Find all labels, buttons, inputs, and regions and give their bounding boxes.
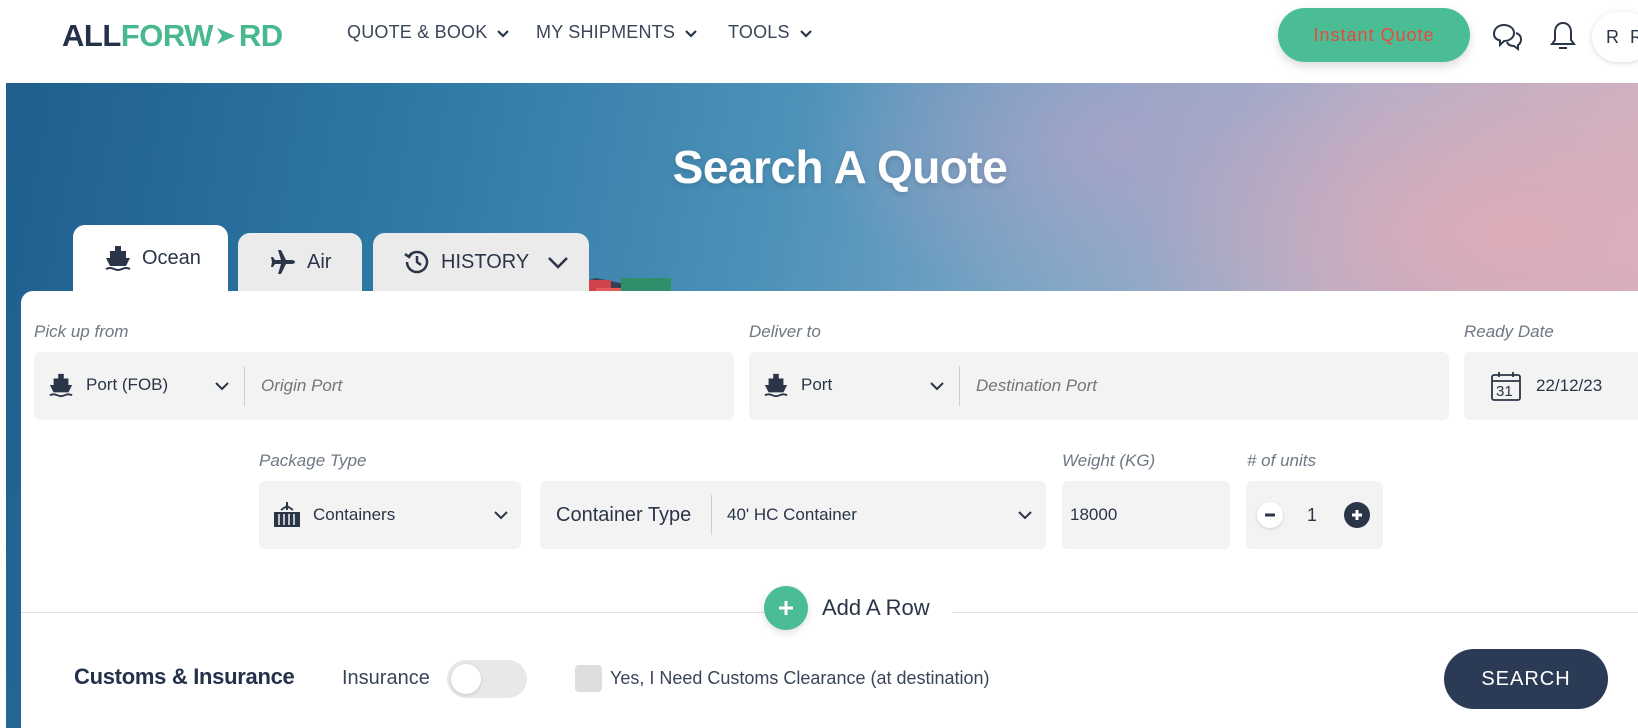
nav-my-shipments-label: MY SHIPMENTS — [536, 22, 676, 42]
nav-quote-book-label: QUOTE & BOOK — [347, 22, 488, 42]
package-type-select[interactable]: Containers — [259, 481, 521, 549]
toggle-knob — [451, 664, 481, 694]
bell-icon[interactable] — [1545, 18, 1581, 54]
customs-checkbox-label[interactable]: Yes, I Need Customs Clearance (at destin… — [610, 668, 990, 689]
instant-quote-button[interactable]: Instant Quote — [1278, 8, 1470, 62]
field-divider — [959, 366, 960, 406]
tab-air[interactable]: Air — [238, 233, 362, 291]
tab-history-label: HISTORY — [441, 250, 530, 273]
units-label: # of units — [1247, 451, 1316, 470]
chevron-down-icon[interactable] — [928, 377, 946, 395]
search-button[interactable]: SEARCH — [1444, 649, 1608, 709]
plane-icon — [271, 250, 295, 274]
nav-my-shipments[interactable]: MY SHIPMENTS — [536, 22, 699, 43]
chevron-down-icon — [799, 29, 812, 38]
ship-icon — [49, 373, 73, 398]
field-divider — [711, 495, 712, 535]
increment-button[interactable] — [1344, 502, 1370, 528]
logo-text-forw: FORW — [120, 18, 214, 53]
ready-date-field[interactable]: 31 22/12/23 — [1464, 352, 1638, 420]
history-icon — [404, 250, 429, 274]
logo-text-all: ALL — [62, 18, 121, 53]
package-type-value: Containers — [313, 505, 396, 524]
chevron-down-icon[interactable] — [213, 377, 231, 395]
ready-date-value: 22/12/23 — [1536, 376, 1603, 395]
tab-ocean-label: Ocean — [142, 246, 201, 269]
pickup-label: Pick up from — [34, 322, 129, 341]
allforward-logo[interactable]: ALL FORW RD — [62, 18, 283, 54]
weight-label: Weight (KG) — [1062, 451, 1156, 470]
ship-icon — [764, 373, 788, 398]
container-crane-icon — [274, 502, 300, 527]
chat-icon[interactable] — [1489, 18, 1525, 54]
logo-text-rd: RD — [238, 18, 283, 53]
weight-field — [1062, 481, 1230, 549]
destination-port-input[interactable] — [976, 374, 1416, 398]
pickup-type-select[interactable]: Port (FOB) — [48, 372, 168, 398]
units-value: 1 — [1307, 505, 1318, 525]
pickup-field: Port (FOB) — [34, 352, 734, 420]
logo-arrow-icon — [216, 28, 235, 44]
ship-icon — [105, 246, 131, 271]
nav-tools[interactable]: TOOLS — [728, 22, 814, 43]
origin-port-input[interactable] — [261, 374, 701, 398]
container-type-label: Container Type — [556, 504, 692, 526]
container-type-value: 40' HC Container — [727, 505, 857, 524]
user-avatar[interactable]: R R — [1592, 12, 1638, 62]
add-row-label: Add A Row — [822, 595, 930, 620]
chevron-down-icon — [497, 29, 510, 38]
container-type-select[interactable]: Container Type 40' HC Container — [540, 481, 1046, 549]
nav-tools-label: TOOLS — [728, 22, 790, 42]
customs-checkbox[interactable] — [575, 665, 602, 692]
add-row-button[interactable]: Add A Row — [764, 586, 952, 630]
calendar-day: 31 — [1496, 383, 1513, 400]
deliver-type-value: Port — [801, 375, 833, 394]
tab-history[interactable]: HISTORY — [373, 233, 589, 291]
chevron-down-icon — [1018, 511, 1032, 520]
insurance-label: Insurance — [342, 667, 430, 689]
weight-input[interactable] — [1070, 502, 1220, 528]
customs-insurance-title: Customs & Insurance — [74, 664, 295, 689]
deliver-label: Deliver to — [749, 322, 821, 341]
tab-ocean[interactable]: Ocean — [73, 225, 228, 291]
plus-circle-icon — [764, 586, 808, 630]
insurance-toggle[interactable] — [447, 660, 527, 698]
chevron-down-icon — [685, 29, 697, 38]
units-stepper: 1 — [1246, 481, 1383, 549]
package-type-label: Package Type — [259, 451, 367, 470]
tab-air-label: Air — [307, 250, 332, 273]
deliver-type-select[interactable]: Port — [763, 372, 832, 398]
top-nav: ALL FORW RD QUOTE & BOOK MY SHIPMENTS TOOL… — [0, 0, 1638, 76]
nav-quote-book[interactable]: QUOTE & BOOK — [347, 22, 511, 43]
chevron-down-icon — [494, 511, 508, 520]
avatar-initials: R R — [1606, 26, 1638, 47]
decrement-button[interactable] — [1257, 502, 1283, 528]
field-divider — [244, 366, 245, 406]
plus-icon — [1352, 510, 1362, 520]
ready-date-label: Ready Date — [1464, 322, 1554, 341]
chevron-down-icon — [548, 257, 569, 269]
deliver-field: Port — [749, 352, 1449, 420]
page-title: Search A Quote — [672, 141, 1008, 193]
minus-icon — [1265, 513, 1275, 517]
pickup-type-value: Port (FOB) — [86, 375, 169, 394]
